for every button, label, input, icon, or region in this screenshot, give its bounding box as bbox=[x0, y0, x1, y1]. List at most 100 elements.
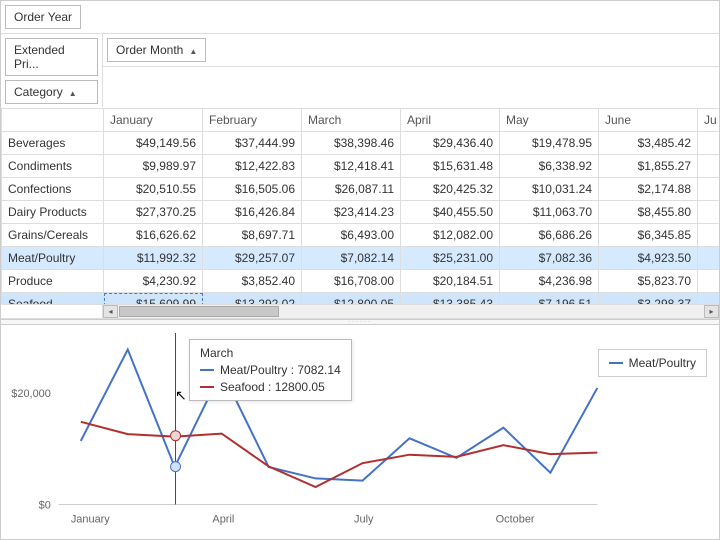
series-seafood bbox=[81, 421, 598, 486]
data-cell[interactable]: $16,505.06 bbox=[203, 178, 302, 201]
row-header[interactable]: Dairy Products bbox=[2, 201, 104, 224]
column-header-row: January February March April May June Ju bbox=[2, 109, 720, 132]
data-cell[interactable]: $13,292.02 bbox=[203, 293, 302, 304]
scroll-right-button[interactable]: ▸ bbox=[704, 305, 719, 318]
data-cell[interactable]: $5,823.70 bbox=[599, 270, 698, 293]
data-cell[interactable]: $27,370.25 bbox=[104, 201, 203, 224]
col-header[interactable]: Ju bbox=[698, 109, 720, 132]
data-cell[interactable]: $40,455.50 bbox=[401, 201, 500, 224]
chart-tooltip: March Meat/Poultry : 7082.14 Seafood : 1… bbox=[189, 339, 352, 401]
marker-seafood bbox=[171, 430, 181, 440]
data-cell[interactable]: $4,923.50 bbox=[599, 247, 698, 270]
data-cell[interactable]: $4,230.92 bbox=[104, 270, 203, 293]
data-cell[interactable]: $6,345.85 bbox=[599, 224, 698, 247]
corner-cell bbox=[2, 109, 104, 132]
filter-order-year[interactable]: Order Year bbox=[5, 5, 81, 29]
x-tick-label: April bbox=[212, 513, 234, 525]
table-row[interactable]: Meat/Poultry$11,992.32$29,257.07$7,082.1… bbox=[2, 247, 720, 270]
scroll-thumb[interactable] bbox=[119, 306, 279, 317]
data-cell[interactable]: $9,989.97 bbox=[104, 155, 203, 178]
data-cell[interactable]: $8,455.80 bbox=[599, 201, 698, 224]
table-row[interactable]: Dairy Products$27,370.25$16,426.84$23,41… bbox=[2, 201, 720, 224]
data-cell[interactable]: $10,031.24 bbox=[500, 178, 599, 201]
data-cell[interactable]: $38,398.46 bbox=[302, 132, 401, 155]
pivot-layout-row: Extended Pri... Category▲ Order Month▲ bbox=[1, 34, 719, 108]
table-row[interactable]: Beverages$49,149.56$37,444.99$38,398.46$… bbox=[2, 132, 720, 155]
data-cell[interactable]: $19,478.95 bbox=[500, 132, 599, 155]
data-cell[interactable]: $3,485.42 bbox=[599, 132, 698, 155]
tooltip-line: Seafood : 12800.05 bbox=[220, 380, 325, 394]
data-cell[interactable]: $1,855.27 bbox=[599, 155, 698, 178]
data-cell[interactable]: $20,510.55 bbox=[104, 178, 203, 201]
table-row[interactable]: Seafood$15,609.99$13,292.02$12,800.05$13… bbox=[2, 293, 720, 304]
data-cell[interactable]: $12,800.05 bbox=[302, 293, 401, 304]
row-header[interactable]: Beverages bbox=[2, 132, 104, 155]
data-cell[interactable]: $20,425.32 bbox=[401, 178, 500, 201]
row-header[interactable]: Condiments bbox=[2, 155, 104, 178]
data-cell[interactable]: $12,418.41 bbox=[302, 155, 401, 178]
horizontal-scrollbar[interactable]: ◂ ▸ bbox=[1, 304, 719, 319]
data-cell[interactable]: $6,686.26 bbox=[500, 224, 599, 247]
data-cell[interactable]: $49,149.56 bbox=[104, 132, 203, 155]
data-cell[interactable]: $7,082.14 bbox=[302, 247, 401, 270]
row-header[interactable]: Confections bbox=[2, 178, 104, 201]
table-row[interactable]: Condiments$9,989.97$12,422.83$12,418.41$… bbox=[2, 155, 720, 178]
data-cell[interactable]: $16,426.84 bbox=[203, 201, 302, 224]
filter-area-top: Order Year bbox=[1, 1, 719, 34]
row-header[interactable]: Grains/Cereals bbox=[2, 224, 104, 247]
data-cell[interactable]: $16,626.62 bbox=[104, 224, 203, 247]
chevron-up-icon: ▲ bbox=[189, 47, 197, 56]
data-cell[interactable]: $13,385.43 bbox=[401, 293, 500, 304]
data-cell[interactable]: $37,444.99 bbox=[203, 132, 302, 155]
data-cell[interactable]: $12,082.00 bbox=[401, 224, 500, 247]
tooltip-line: Meat/Poultry : 7082.14 bbox=[220, 363, 341, 377]
chart-legend[interactable]: Meat/Poultry bbox=[598, 349, 707, 377]
col-header[interactable]: June bbox=[599, 109, 698, 132]
filter-extended-price[interactable]: Extended Pri... bbox=[5, 38, 98, 76]
data-cell[interactable]: $2,174.88 bbox=[599, 178, 698, 201]
data-cell[interactable]: $11,063.70 bbox=[500, 201, 599, 224]
data-cell[interactable]: $3,852.40 bbox=[203, 270, 302, 293]
data-cell[interactable]: $6,338.92 bbox=[500, 155, 599, 178]
data-cell[interactable]: $4,236.98 bbox=[500, 270, 599, 293]
table-row[interactable]: Produce$4,230.92$3,852.40$16,708.00$20,1… bbox=[2, 270, 720, 293]
pivot-table: January February March April May June Ju… bbox=[1, 108, 719, 304]
x-tick-label: July bbox=[354, 513, 374, 525]
data-cell[interactable]: $16,708.00 bbox=[302, 270, 401, 293]
scroll-left-button[interactable]: ◂ bbox=[103, 305, 118, 318]
data-cell[interactable]: $6,493.00 bbox=[302, 224, 401, 247]
data-cell[interactable]: $11,992.32 bbox=[104, 247, 203, 270]
y-tick-label: $0 bbox=[39, 499, 51, 511]
col-header[interactable]: February bbox=[203, 109, 302, 132]
filter-category[interactable]: Category▲ bbox=[5, 80, 98, 104]
row-header[interactable]: Meat/Poultry bbox=[2, 247, 104, 270]
data-cell[interactable]: $7,082.36 bbox=[500, 247, 599, 270]
data-cell[interactable]: $20,184.51 bbox=[401, 270, 500, 293]
table-row[interactable]: Confections$20,510.55$16,505.06$26,087.1… bbox=[2, 178, 720, 201]
x-tick-label: October bbox=[496, 513, 535, 525]
data-cell[interactable]: $12,422.83 bbox=[203, 155, 302, 178]
col-header[interactable]: January bbox=[104, 109, 203, 132]
table-row[interactable]: Grains/Cereals$16,626.62$8,697.71$6,493.… bbox=[2, 224, 720, 247]
marker-meat bbox=[171, 461, 181, 471]
data-cell[interactable]: $29,257.07 bbox=[203, 247, 302, 270]
row-header[interactable]: Produce bbox=[2, 270, 104, 293]
filter-order-month[interactable]: Order Month▲ bbox=[107, 38, 206, 62]
data-cell[interactable]: $29,436.40 bbox=[401, 132, 500, 155]
row-header[interactable]: Seafood bbox=[2, 293, 104, 304]
col-header[interactable]: May bbox=[500, 109, 599, 132]
data-cell[interactable]: $26,087.11 bbox=[302, 178, 401, 201]
col-header[interactable]: April bbox=[401, 109, 500, 132]
col-header[interactable]: March bbox=[302, 109, 401, 132]
chevron-up-icon: ▲ bbox=[69, 89, 77, 98]
data-cell[interactable]: $7,196.51 bbox=[500, 293, 599, 304]
data-cell[interactable]: $15,631.48 bbox=[401, 155, 500, 178]
data-cell[interactable]: $23,414.23 bbox=[302, 201, 401, 224]
y-tick-label: $20,000 bbox=[11, 387, 51, 399]
data-cell[interactable]: $15,609.99 bbox=[104, 293, 203, 304]
scroll-track[interactable]: ◂ ▸ bbox=[103, 305, 719, 318]
data-cell[interactable]: $3,298.37 bbox=[599, 293, 698, 304]
data-cell[interactable]: $25,231.00 bbox=[401, 247, 500, 270]
app-root: Order Year Extended Pri... Category▲ Ord… bbox=[1, 1, 719, 539]
data-cell[interactable]: $8,697.71 bbox=[203, 224, 302, 247]
